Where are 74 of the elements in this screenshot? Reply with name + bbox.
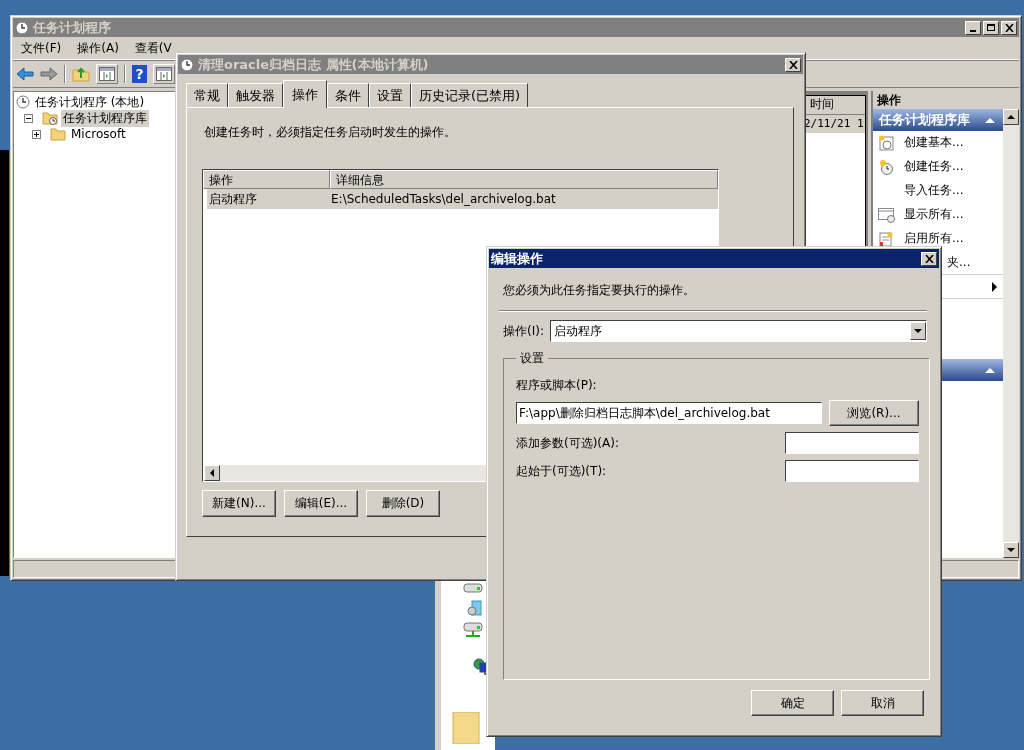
dialog-button[interactable]: 取消: [841, 690, 924, 716]
table-cell-text: 启动程序: [208, 190, 258, 208]
close-icon: [788, 60, 798, 69]
field-label: 操作(I):: [503, 322, 544, 340]
dialog-button[interactable]: 删除(D): [366, 490, 440, 517]
action-link[interactable]: 启用所有...: [904, 230, 964, 247]
minimize-icon: [970, 29, 976, 32]
field-label: 起始于(可选)(T):: [516, 462, 607, 480]
window-title: 编辑操作: [491, 249, 544, 268]
maximize-icon: [987, 24, 995, 31]
action-link[interactable]: 创建基本...: [904, 134, 964, 151]
instruction-text: 您必须为此任务指定要执行的操作。: [503, 282, 696, 299]
field-label: 程序或脚本(P):: [516, 377, 598, 394]
collapse-icon[interactable]: [24, 113, 33, 123]
action-link[interactable]: 导入任务...: [904, 182, 964, 199]
clock-icon: [16, 95, 30, 109]
folder-clock-icon: [42, 111, 58, 125]
close-icon: [924, 254, 934, 263]
close-button[interactable]: [921, 251, 937, 266]
action-link[interactable]: 显示所有...: [904, 206, 964, 223]
tree-item[interactable]: 任务计划程序库: [61, 109, 149, 127]
pane-toggle-button[interactable]: [153, 64, 175, 84]
menu-item[interactable]: 文件(F): [21, 39, 62, 57]
dialog-button[interactable]: 编辑(E)...: [284, 490, 358, 517]
tab[interactable]: 常规: [186, 83, 228, 107]
description-text: 创建任务时，必须指定任务启动时发生的操作。: [203, 124, 457, 141]
action-dropdown[interactable]: 启动程序: [549, 320, 927, 342]
folder-icon: [50, 127, 66, 141]
pane-toggle-button[interactable]: [96, 64, 118, 84]
group-title: 设置: [519, 350, 545, 367]
arguments-field[interactable]: [785, 432, 919, 454]
table-cell-text: E:\ScheduledTasks\del_archivelog.bat: [330, 192, 557, 206]
program-field[interactable]: F:\app\删除归档日志脚本\del_archivelog.bat: [516, 402, 822, 424]
submenu-arrow-icon[interactable]: [992, 281, 997, 292]
disc-drive-icon: [467, 600, 483, 616]
field-label: 添加参数(可选)(A):: [516, 434, 619, 452]
table-row[interactable]: 启动程序 E:\ScheduledTasks\del_archivelog.bat: [207, 189, 718, 209]
scrollbar[interactable]: [1003, 109, 1019, 558]
column-header[interactable]: 操作: [203, 170, 330, 189]
notepad-icon: [878, 231, 894, 246]
close-icon: [1004, 23, 1014, 32]
tree-item[interactable]: Microsoft: [69, 127, 128, 141]
tree-item[interactable]: 任务计划程序 (本地): [33, 93, 147, 111]
pane-title: 操作: [876, 92, 902, 109]
dialog-button[interactable]: 新建(N)...: [202, 490, 276, 517]
back-arrow-icon[interactable]: [16, 67, 34, 81]
tab[interactable]: 操作: [283, 80, 327, 108]
menu-item[interactable]: 查看(V: [134, 39, 172, 57]
window-title: 任务计划程序: [33, 18, 112, 37]
forward-arrow-icon[interactable]: [40, 67, 58, 81]
drive-icon: [463, 582, 483, 594]
tab[interactable]: 历史记录(已禁用): [411, 83, 529, 107]
menu-item[interactable]: 操作(A): [77, 39, 119, 57]
browse-button[interactable]: 浏览(R)...: [829, 400, 919, 426]
network-drive-icon: [463, 622, 483, 638]
clock-icon: [878, 158, 894, 175]
maximize-button[interactable]: [983, 20, 999, 35]
expand-icon[interactable]: [32, 129, 41, 139]
calendar-clock-icon: [878, 134, 894, 151]
window-clock-icon: [878, 206, 896, 223]
close-button[interactable]: [785, 57, 801, 72]
tab[interactable]: 设置: [369, 83, 411, 107]
action-link[interactable]: 创建任务...: [904, 158, 964, 175]
column-header[interactable]: 详细信息: [330, 170, 718, 189]
close-button[interactable]: [1001, 20, 1017, 35]
section-header[interactable]: 任务计划程序库: [873, 109, 1003, 131]
tab[interactable]: 条件: [327, 83, 369, 107]
window-title: 清理oracle归档日志 属性(本地计算机): [198, 55, 430, 74]
start-in-field[interactable]: [785, 460, 919, 482]
help-button[interactable]: ?: [132, 65, 147, 83]
folder-icon: [451, 712, 481, 744]
minimize-button[interactable]: [965, 20, 981, 35]
section-title: 任务计划程序库: [879, 111, 970, 129]
dialog-button[interactable]: 确定: [751, 690, 834, 716]
